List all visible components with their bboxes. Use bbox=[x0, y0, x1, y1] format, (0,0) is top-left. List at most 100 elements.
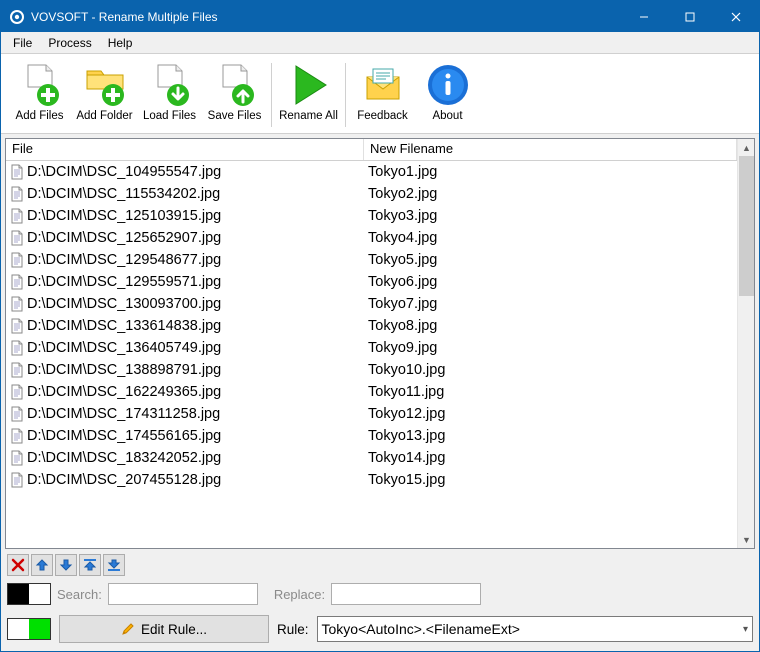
table-row[interactable]: D:\DCIM\DSC_115534202.jpgTokyo2.jpg bbox=[6, 183, 737, 205]
cell-file: D:\DCIM\DSC_130093700.jpg bbox=[6, 296, 364, 312]
table-row[interactable]: D:\DCIM\DSC_129548677.jpgTokyo5.jpg bbox=[6, 249, 737, 271]
about-button[interactable]: About bbox=[415, 57, 480, 133]
cell-file: D:\DCIM\DSC_125103915.jpg bbox=[6, 208, 364, 224]
cell-new-filename: Tokyo3.jpg bbox=[364, 208, 737, 224]
rename-all-button[interactable]: Rename All bbox=[276, 57, 341, 133]
delete-button[interactable] bbox=[7, 554, 29, 576]
table-row[interactable]: D:\DCIM\DSC_136405749.jpgTokyo9.jpg bbox=[6, 337, 737, 359]
cell-file: D:\DCIM\DSC_129548677.jpg bbox=[6, 252, 364, 268]
move-down-button[interactable] bbox=[55, 554, 77, 576]
folder-add-icon bbox=[81, 61, 129, 109]
pencil-icon bbox=[121, 622, 135, 636]
cell-new-filename: Tokyo13.jpg bbox=[364, 428, 737, 444]
table-row[interactable]: D:\DCIM\DSC_162249365.jpgTokyo11.jpg bbox=[6, 381, 737, 403]
file-icon bbox=[10, 362, 24, 378]
cell-new-filename: Tokyo6.jpg bbox=[364, 274, 737, 290]
file-icon bbox=[10, 208, 24, 224]
table-row[interactable]: D:\DCIM\DSC_125652907.jpgTokyo4.jpg bbox=[6, 227, 737, 249]
table-row[interactable]: D:\DCIM\DSC_207455128.jpgTokyo15.jpg bbox=[6, 469, 737, 491]
toolbar: Add Files Add Folder Load Files Save Fil… bbox=[1, 54, 759, 134]
scroll-thumb[interactable] bbox=[739, 156, 754, 296]
feedback-button[interactable]: Feedback bbox=[350, 57, 415, 133]
file-icon bbox=[10, 318, 24, 334]
cell-file: D:\DCIM\DSC_115534202.jpg bbox=[6, 186, 364, 202]
file-list[interactable]: File New Filename D:\DCIM\DSC_104955547.… bbox=[5, 138, 755, 549]
cell-new-filename: Tokyo12.jpg bbox=[364, 406, 737, 422]
cell-new-filename: Tokyo15.jpg bbox=[364, 472, 737, 488]
cell-file: D:\DCIM\DSC_174311258.jpg bbox=[6, 406, 364, 422]
arrow-down-icon bbox=[58, 557, 74, 573]
cell-new-filename: Tokyo8.jpg bbox=[364, 318, 737, 334]
cell-new-filename: Tokyo9.jpg bbox=[364, 340, 737, 356]
rule-label: Rule: bbox=[277, 622, 309, 637]
file-save-icon bbox=[211, 61, 259, 109]
minimize-button[interactable] bbox=[621, 1, 667, 32]
scrollbar[interactable]: ▲ ▼ bbox=[737, 139, 754, 548]
edit-rule-button[interactable]: Edit Rule... bbox=[59, 615, 269, 643]
file-icon bbox=[10, 164, 24, 180]
save-files-button[interactable]: Save Files bbox=[202, 57, 267, 133]
cell-file: D:\DCIM\DSC_138898791.jpg bbox=[6, 362, 364, 378]
search-input[interactable] bbox=[108, 583, 258, 605]
file-icon bbox=[10, 450, 24, 466]
x-icon bbox=[10, 557, 26, 573]
play-icon bbox=[285, 61, 333, 109]
rule-combobox[interactable]: Tokyo<AutoInc>.<FilenameExt> ▾ bbox=[317, 616, 753, 642]
replace-input[interactable] bbox=[331, 583, 481, 605]
column-new-filename[interactable]: New Filename bbox=[364, 139, 737, 160]
table-row[interactable]: D:\DCIM\DSC_174311258.jpgTokyo12.jpg bbox=[6, 403, 737, 425]
load-files-button[interactable]: Load Files bbox=[137, 57, 202, 133]
move-bottom-button[interactable] bbox=[103, 554, 125, 576]
titlebar[interactable]: VOVSOFT - Rename Multiple Files bbox=[1, 1, 759, 32]
table-row[interactable]: D:\DCIM\DSC_125103915.jpgTokyo3.jpg bbox=[6, 205, 737, 227]
arrow-up-icon bbox=[34, 557, 50, 573]
file-icon bbox=[10, 186, 24, 202]
table-row[interactable]: D:\DCIM\DSC_133614838.jpgTokyo8.jpg bbox=[6, 315, 737, 337]
file-icon bbox=[10, 428, 24, 444]
file-add-icon bbox=[16, 61, 64, 109]
toolbar-separator bbox=[271, 63, 272, 127]
cell-new-filename: Tokyo7.jpg bbox=[364, 296, 737, 312]
table-row[interactable]: D:\DCIM\DSC_130093700.jpgTokyo7.jpg bbox=[6, 293, 737, 315]
cell-new-filename: Tokyo11.jpg bbox=[364, 384, 737, 400]
cell-file: D:\DCIM\DSC_129559571.jpg bbox=[6, 274, 364, 290]
cell-new-filename: Tokyo1.jpg bbox=[364, 164, 737, 180]
table-row[interactable]: D:\DCIM\DSC_104955547.jpgTokyo1.jpg bbox=[6, 161, 737, 183]
mini-toolbar bbox=[1, 553, 759, 577]
cell-new-filename: Tokyo2.jpg bbox=[364, 186, 737, 202]
table-row[interactable]: D:\DCIM\DSC_129559571.jpgTokyo6.jpg bbox=[6, 271, 737, 293]
file-icon bbox=[10, 252, 24, 268]
table-row[interactable]: D:\DCIM\DSC_183242052.jpgTokyo14.jpg bbox=[6, 447, 737, 469]
file-icon bbox=[10, 340, 24, 356]
table-row[interactable]: D:\DCIM\DSC_138898791.jpgTokyo10.jpg bbox=[6, 359, 737, 381]
list-header: File New Filename bbox=[6, 139, 737, 161]
search-replace-row: Search: Replace: bbox=[1, 577, 759, 611]
scroll-up-icon[interactable]: ▲ bbox=[738, 139, 755, 156]
search-replace-toggle[interactable] bbox=[7, 583, 51, 605]
move-up-button[interactable] bbox=[31, 554, 53, 576]
file-icon bbox=[10, 406, 24, 422]
column-file[interactable]: File bbox=[6, 139, 364, 160]
file-icon bbox=[10, 384, 24, 400]
menu-process[interactable]: Process bbox=[40, 34, 99, 52]
rule-value: Tokyo<AutoInc>.<FilenameExt> bbox=[322, 621, 520, 637]
file-icon bbox=[10, 296, 24, 312]
cell-new-filename: Tokyo14.jpg bbox=[364, 450, 737, 466]
close-button[interactable] bbox=[713, 1, 759, 32]
menu-help[interactable]: Help bbox=[100, 34, 141, 52]
move-top-button[interactable] bbox=[79, 554, 101, 576]
cell-file: D:\DCIM\DSC_174556165.jpg bbox=[6, 428, 364, 444]
rule-toggle[interactable] bbox=[7, 618, 51, 640]
info-icon bbox=[424, 61, 472, 109]
file-load-icon bbox=[146, 61, 194, 109]
scroll-down-icon[interactable]: ▼ bbox=[738, 531, 755, 548]
cell-new-filename: Tokyo10.jpg bbox=[364, 362, 737, 378]
add-files-button[interactable]: Add Files bbox=[7, 57, 72, 133]
cell-file: D:\DCIM\DSC_183242052.jpg bbox=[6, 450, 364, 466]
maximize-button[interactable] bbox=[667, 1, 713, 32]
add-folder-button[interactable]: Add Folder bbox=[72, 57, 137, 133]
cell-file: D:\DCIM\DSC_162249365.jpg bbox=[6, 384, 364, 400]
table-row[interactable]: D:\DCIM\DSC_174556165.jpgTokyo13.jpg bbox=[6, 425, 737, 447]
menu-file[interactable]: File bbox=[5, 34, 40, 52]
search-label: Search: bbox=[57, 587, 102, 602]
